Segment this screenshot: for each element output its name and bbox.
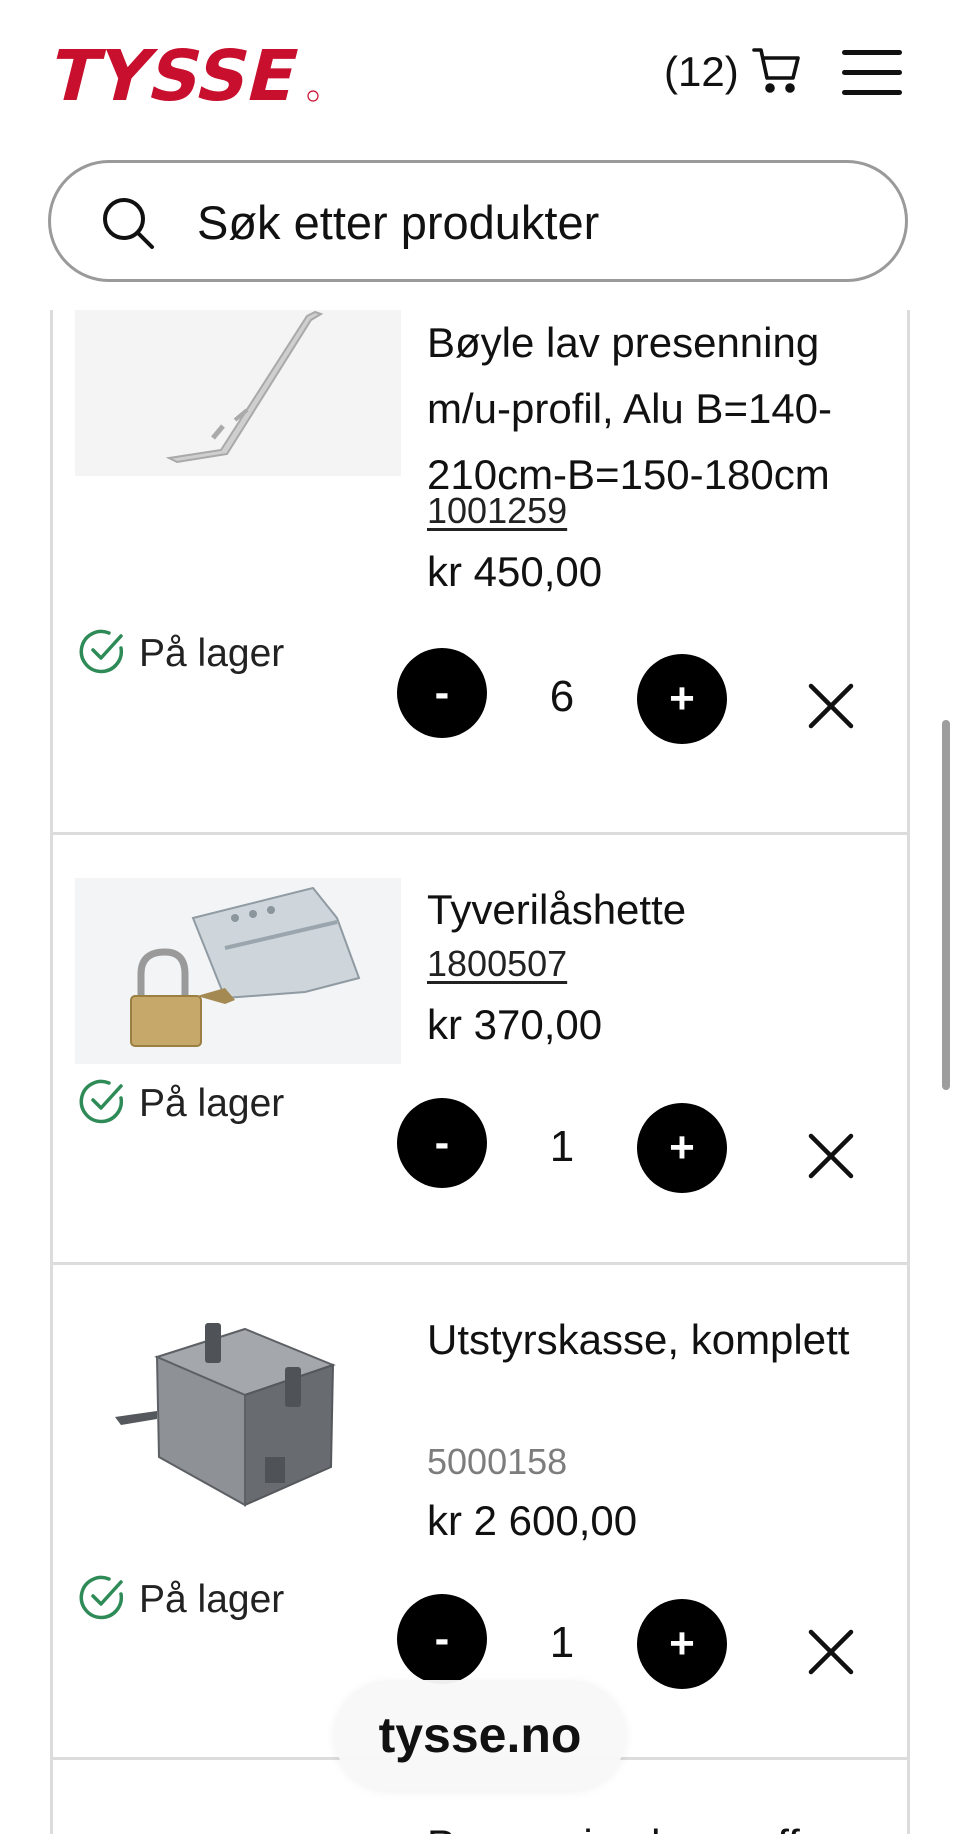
- product-name[interactable]: Presenning lav proff: [427, 1812, 897, 1834]
- check-circle-icon: [79, 628, 125, 679]
- remove-item-close-icon[interactable]: [801, 1126, 861, 1186]
- cart-icon: [751, 44, 801, 99]
- check-circle-icon: [79, 1078, 125, 1129]
- domain-pill: tysse.no: [334, 1680, 626, 1790]
- cart-item-list: Bøyle lav presenning m/u-profil, Alu B=1…: [50, 310, 910, 1834]
- decrease-quantity-button[interactable]: -: [397, 1098, 487, 1188]
- product-price: kr 2 600,00: [427, 1497, 638, 1544]
- cart-item: Tyverilåshette 1800507 kr 370,00 På lage…: [53, 835, 907, 1262]
- stock-label: På lager: [139, 1081, 285, 1125]
- stock-label: På lager: [139, 631, 285, 675]
- quantity-value: 1: [549, 1618, 575, 1667]
- hamburger-menu-icon[interactable]: [842, 50, 904, 96]
- svg-text:TYSSE: TYSSE: [46, 44, 307, 104]
- stock-status: På lager: [79, 1574, 284, 1625]
- product-sku-link[interactable]: 1001259: [427, 490, 567, 532]
- search-input[interactable]: [197, 189, 857, 255]
- product-name[interactable]: Bøyle lav presenning m/u-profil, Alu B=1…: [427, 310, 897, 508]
- decrease-quantity-button[interactable]: -: [397, 1594, 487, 1684]
- product-image[interactable]: [75, 1307, 401, 1537]
- check-circle-icon: [79, 1574, 125, 1625]
- product-image[interactable]: [75, 310, 401, 476]
- product-name[interactable]: Tyverilåshette: [427, 877, 897, 943]
- remove-item-close-icon[interactable]: [801, 676, 861, 736]
- stock-status: På lager: [79, 628, 284, 679]
- site-header: TYSSE (12): [0, 0, 960, 150]
- remove-item-close-icon[interactable]: [801, 1622, 861, 1682]
- product-image[interactable]: [75, 878, 401, 1064]
- product-price: kr 450,00: [427, 548, 603, 595]
- increase-quantity-button[interactable]: +: [637, 1103, 727, 1193]
- increase-quantity-button[interactable]: +: [637, 654, 727, 744]
- quantity-value: 6: [549, 672, 575, 721]
- product-sku-link[interactable]: 1800507: [427, 943, 567, 985]
- product-name[interactable]: Utstyrskasse, komplett: [427, 1307, 897, 1373]
- stock-status: På lager: [79, 1078, 284, 1129]
- cart-item: Bøyle lav presenning m/u-profil, Alu B=1…: [53, 310, 907, 812]
- product-sku: 5000158: [427, 1441, 568, 1482]
- domain-label: tysse.no: [378, 1707, 582, 1763]
- cart-count: (12): [664, 47, 739, 95]
- search-bar[interactable]: [48, 160, 908, 282]
- increase-quantity-button[interactable]: +: [637, 1599, 727, 1689]
- stock-label: På lager: [139, 1577, 285, 1621]
- cart-button[interactable]: (12): [664, 44, 801, 99]
- scrollbar[interactable]: [942, 720, 950, 1090]
- quantity-value: 1: [549, 1122, 575, 1171]
- tysse-logo[interactable]: TYSSE: [42, 35, 321, 117]
- decrease-quantity-button[interactable]: -: [397, 648, 487, 738]
- product-price: kr 370,00: [427, 1001, 603, 1048]
- search-icon[interactable]: [101, 196, 157, 257]
